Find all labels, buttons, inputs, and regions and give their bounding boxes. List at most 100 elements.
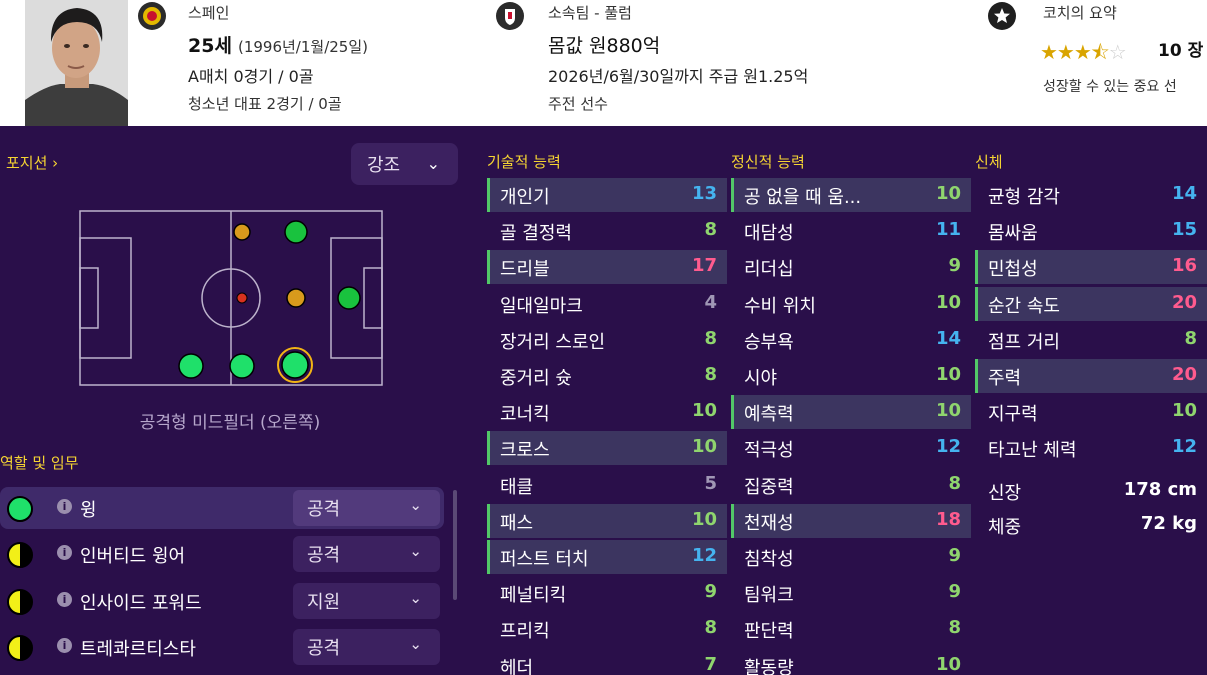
info-icon[interactable]: i — [57, 592, 72, 607]
attribute-value: 10 — [691, 436, 717, 458]
attribute-row[interactable]: 중거리 슛 8 — [487, 359, 727, 393]
attribute-row[interactable]: 퍼스트 터치 12 — [487, 540, 727, 574]
attribute-row[interactable]: 패스 10 — [487, 503, 727, 538]
attribute-name: 활동량 — [744, 657, 794, 675]
mental-header: 정신적 능력 — [731, 153, 805, 171]
attribute-name: 골 결정력 — [500, 223, 572, 245]
attribute-row[interactable]: 몸싸움 15 — [975, 214, 1207, 248]
attribute-row[interactable]: 집중력 8 — [731, 468, 971, 502]
attribute-row[interactable]: 리더십 9 — [731, 250, 971, 284]
attribute-row[interactable]: 판단력 8 — [731, 612, 971, 646]
attribute-row[interactable]: 일대일마크 4 — [487, 287, 727, 321]
attribute-value: 8 — [704, 617, 717, 639]
attribute-name: 집중력 — [744, 476, 794, 498]
attribute-row[interactable]: 수비 위치 10 — [731, 287, 971, 321]
attribute-row[interactable]: 태클 5 — [487, 468, 727, 502]
attribute-value: 10 — [935, 400, 961, 422]
duty-label: 공격 — [307, 638, 341, 659]
duty-dropdown[interactable]: 공격 ⌄ — [293, 536, 440, 572]
attribute-row[interactable]: 골 결정력 8 — [487, 214, 727, 248]
star-filled-icon: ★★★ — [1040, 40, 1092, 64]
duty-dropdown[interactable]: 공격 ⌄ — [293, 629, 440, 665]
attribute-row[interactable]: 침착성 9 — [731, 540, 971, 574]
club-label[interactable]: 소속팀 - 풀럼 — [548, 2, 632, 23]
coach-note: 성장할 수 있는 중요 선 — [1043, 79, 1177, 95]
attribute-row[interactable]: 드리블 17 — [487, 250, 727, 285]
attribute-row[interactable]: 팀워크 9 — [731, 576, 971, 610]
attribute-name: 팀워크 — [744, 585, 794, 607]
attribute-name: 리더십 — [744, 259, 794, 281]
attribute-name: 중거리 슛 — [500, 368, 572, 389]
attribute-value: 20 — [1171, 291, 1197, 313]
attribute-row[interactable]: 장거리 스로인 8 — [487, 323, 727, 357]
emphasis-dropdown[interactable]: 강조 ⌄ — [351, 143, 458, 185]
position-pitch-diagram — [79, 210, 383, 386]
attribute-value: 9 — [948, 545, 961, 566]
duty-dropdown[interactable]: 공격 ⌄ — [293, 490, 440, 526]
attribute-row[interactable]: 프리킥 8 — [487, 612, 727, 646]
attribute-value: 12 — [935, 436, 961, 458]
attribute-row[interactable]: 공 없을 때 움... 10 — [731, 178, 971, 212]
position-header-link[interactable]: 포지션 › — [6, 152, 58, 173]
chevron-down-icon: ⌄ — [409, 635, 422, 653]
attribute-value: 12 — [691, 545, 717, 566]
attribute-name: 침착성 — [744, 549, 794, 570]
contract-info: 2026년/6월/30일까지 주급 원1.25억 — [548, 67, 809, 86]
attribute-row[interactable]: 지구력 10 — [975, 395, 1207, 429]
attribute-value: 9 — [948, 581, 961, 603]
attribute-value: 8 — [704, 327, 717, 349]
role-row[interactable]: i 인사이드 포워드 지원 ⌄ — [0, 580, 444, 622]
nation-label[interactable]: 스페인 — [188, 2, 229, 23]
coach-report-title[interactable]: 코치의 요약 — [1043, 2, 1117, 23]
attribute-name: 태클 — [500, 476, 534, 498]
attribute-name: 지구력 — [988, 404, 1038, 426]
attribute-row[interactable]: 개인기 13 — [487, 178, 727, 212]
pitch-position-dot — [284, 220, 308, 244]
attribute-row[interactable]: 대담성 11 — [731, 214, 971, 248]
duty-dropdown[interactable]: 지원 ⌄ — [293, 583, 440, 619]
attribute-row[interactable]: 천재성 18 — [731, 503, 971, 538]
attribute-row[interactable]: 민첩성 16 — [975, 250, 1207, 285]
attribute-value: 11 — [935, 219, 961, 241]
attribute-row[interactable]: 예측력 10 — [731, 395, 971, 430]
physical-header: 신체 — [975, 153, 1003, 171]
attribute-row[interactable]: 점프 거리 8 — [975, 323, 1207, 357]
role-row[interactable]: i 트레콰르티스타 공격 ⌄ — [0, 626, 444, 668]
attribute-value: 8 — [948, 617, 961, 639]
attribute-name: 천재성 — [744, 512, 794, 534]
attribute-value: 10 — [691, 400, 717, 422]
attribute-row[interactable]: 코너킥 10 — [487, 395, 727, 429]
duty-label: 공격 — [307, 545, 341, 566]
role-row[interactable]: i 윙 공격 ⌄ — [0, 487, 444, 529]
attribute-row[interactable]: 활동량 10 — [731, 649, 971, 675]
attribute-value: 18 — [935, 508, 961, 530]
attribute-value: 13 — [691, 183, 717, 204]
player-photo — [25, 0, 128, 126]
attribute-row[interactable]: 균형 감각 14 — [975, 178, 1207, 212]
attribute-row[interactable]: 주력 20 — [975, 359, 1207, 393]
duty-label: 공격 — [307, 499, 341, 520]
attribute-name: 예측력 — [744, 404, 794, 426]
attribute-row[interactable]: 페널티킥 9 — [487, 576, 727, 610]
attribute-value: 10 — [1171, 400, 1197, 422]
attribute-row[interactable]: 적극성 12 — [731, 431, 971, 465]
weight-row: 체중 72 kg — [975, 508, 1207, 542]
weight-label: 체중 — [988, 517, 1022, 538]
birth-date: (1996년/1월/25일) — [237, 38, 368, 56]
info-icon[interactable]: i — [57, 545, 72, 560]
role-position-label: 공격형 미드필더 (오른쪽) — [139, 413, 321, 433]
attribute-row[interactable]: 승부욕 14 — [731, 323, 971, 357]
attribute-name: 드리블 — [500, 259, 550, 281]
role-row[interactable]: i 인버티드 윙어 공격 ⌄ — [0, 533, 444, 575]
attribute-name: 패스 — [500, 512, 534, 534]
attribute-value: 10 — [935, 183, 961, 204]
attribute-row[interactable]: 순간 속도 20 — [975, 286, 1207, 321]
attribute-row[interactable]: 크로스 10 — [487, 431, 727, 466]
attribute-name: 점프 거리 — [988, 331, 1060, 353]
attribute-row[interactable]: 타고난 체력 12 — [975, 431, 1207, 465]
info-icon[interactable]: i — [57, 638, 72, 653]
info-icon[interactable]: i — [57, 499, 72, 514]
attribute-row[interactable]: 시야 10 — [731, 359, 971, 393]
attribute-row[interactable]: 헤더 7 — [487, 649, 727, 675]
roles-scrollbar[interactable] — [453, 490, 457, 600]
